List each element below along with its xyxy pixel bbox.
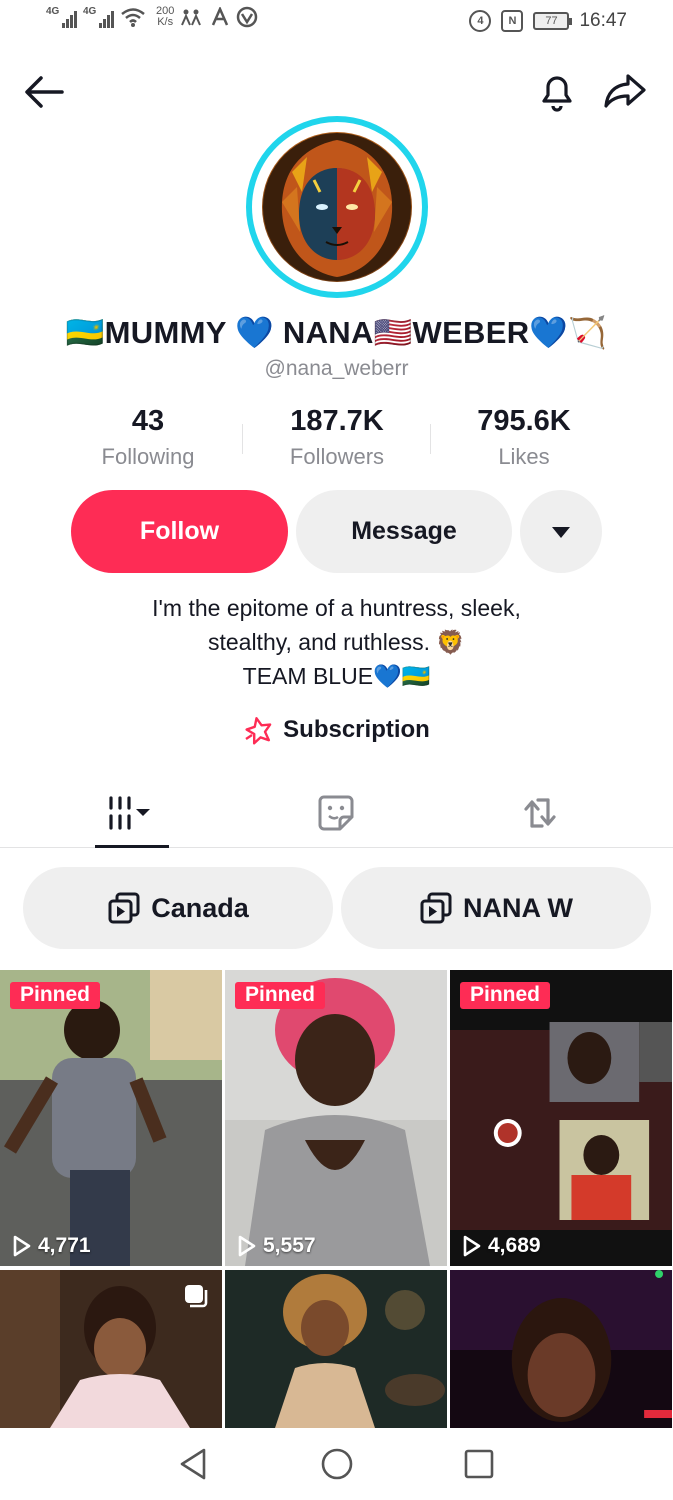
back-arrow-icon	[25, 76, 64, 108]
network-type-label-2: 4G	[83, 6, 97, 17]
bell-icon	[542, 76, 572, 112]
video-thumbnail-image	[450, 970, 672, 1266]
caret-down-icon	[552, 526, 570, 538]
pinned-badge: Pinned	[235, 982, 326, 1009]
stat-divider	[430, 424, 431, 454]
view-count: 4,771	[12, 1234, 91, 1258]
followers-stat[interactable]: 187.7K Followers	[247, 405, 427, 470]
following-stat[interactable]: 43 Following	[58, 405, 238, 470]
likes-count: 795.6K	[477, 405, 571, 437]
video-thumbnail[interactable]	[450, 1270, 672, 1428]
app-notification-icon	[212, 7, 229, 26]
wifi-icon	[121, 8, 145, 27]
video-thumbnail[interactable]: Pinned 4,689	[450, 970, 672, 1266]
playlist-nana-w[interactable]: NANA W	[341, 867, 651, 949]
view-count-value: 5,557	[263, 1234, 316, 1257]
share-button[interactable]	[600, 68, 650, 114]
bio-line: TEAM BLUE💙🇷🇼	[242, 663, 431, 689]
tab-reposts[interactable]	[508, 778, 572, 848]
play-icon	[238, 1235, 256, 1257]
likes-stat[interactable]: 795.6K Likes	[434, 405, 614, 470]
sticker-icon	[318, 795, 354, 831]
profile-tabs	[0, 778, 673, 848]
nav-recents-button[interactable]	[457, 1442, 501, 1486]
vpn-icon	[237, 6, 258, 28]
video-thumbnail-image	[450, 1270, 672, 1428]
view-count-value: 4,689	[488, 1234, 541, 1257]
playlist-icon	[420, 892, 452, 924]
videos-grid-icon	[109, 796, 150, 830]
active-tab-indicator	[95, 845, 169, 848]
status-bar: 4G 4G 200 K/s 4 N 77 16:47	[0, 0, 673, 44]
playlist-icon	[108, 892, 140, 924]
playlist-label: Canada	[151, 892, 249, 923]
likes-label: Likes	[498, 444, 550, 469]
followers-count: 187.7K	[290, 405, 384, 437]
view-count-value: 4,771	[38, 1234, 91, 1257]
following-label: Following	[101, 444, 195, 469]
notification-app-icon	[181, 9, 202, 26]
pinned-badge: Pinned	[460, 982, 551, 1009]
cell-signal-icon: 4G	[46, 6, 77, 28]
message-button[interactable]: Message	[296, 490, 512, 573]
play-icon	[463, 1235, 481, 1257]
data-saver-icon: 4	[469, 10, 492, 32]
video-thumbnail[interactable]: Pinned 5,557	[225, 970, 447, 1266]
suggested-accounts-button[interactable]	[520, 490, 602, 573]
subscription-star-icon	[245, 717, 272, 745]
playlist-label: NANA W	[463, 892, 573, 923]
repost-icon	[524, 798, 556, 828]
avatar[interactable]	[262, 132, 412, 282]
video-thumbnail[interactable]: Pinned 4,771	[0, 970, 222, 1266]
subscription-label: Subscription	[283, 716, 430, 743]
view-count: 5,557	[237, 1234, 316, 1258]
bio-line: stealthy, and ruthless. 🦁	[207, 629, 466, 655]
back-button[interactable]	[22, 70, 68, 114]
bio-line: I'm the epitome of a huntress, sleek,	[152, 595, 521, 621]
notifications-button[interactable]	[534, 68, 580, 114]
subscription-link[interactable]: Subscription	[0, 715, 673, 745]
playlist-canada[interactable]: Canada	[23, 867, 333, 949]
video-thumbnail[interactable]	[0, 1270, 222, 1428]
system-navigation-bar	[0, 1428, 673, 1500]
battery-icon: 77	[533, 12, 573, 30]
tab-stickers[interactable]	[304, 778, 368, 848]
nav-back-button[interactable]	[171, 1442, 215, 1486]
play-icon	[13, 1235, 31, 1257]
multi-photo-icon	[185, 1285, 208, 1308]
video-thumbnail[interactable]	[225, 1270, 447, 1428]
tab-videos[interactable]	[95, 778, 169, 848]
followers-label: Followers	[289, 444, 385, 469]
network-speed: 200 K/s	[156, 6, 174, 28]
speed-unit: K/s	[157, 16, 174, 28]
nav-home-button[interactable]	[315, 1442, 359, 1486]
video-thumbnail-image	[225, 1270, 447, 1428]
lion-portrait-image	[263, 133, 411, 281]
triangle-back-icon	[180, 1448, 206, 1480]
circle-home-icon	[321, 1448, 353, 1480]
network-type-label: 4G	[46, 6, 60, 17]
username-handle: @nana_weberr	[264, 357, 409, 380]
share-arrow-icon	[604, 74, 646, 108]
stat-divider	[242, 424, 243, 454]
bio: I'm the epitome of a huntress, sleek, st…	[0, 591, 673, 693]
square-recents-icon	[464, 1449, 494, 1479]
view-count: 4,689	[462, 1234, 541, 1258]
avatar-story-ring[interactable]	[246, 116, 428, 298]
cell-signal-icon-2: 4G	[83, 6, 114, 28]
following-count: 43	[131, 405, 165, 437]
video-thumbnail-image	[225, 970, 447, 1266]
pinned-badge: Pinned	[10, 982, 101, 1009]
clock: 16:47	[579, 10, 627, 31]
nfc-icon: N	[501, 10, 524, 32]
video-thumbnail-image	[0, 970, 222, 1266]
display-name: 🇷🇼MUMMY 💙 NANA🇺🇸WEBER💙🏹	[65, 315, 608, 350]
follow-button[interactable]: Follow	[71, 490, 288, 573]
